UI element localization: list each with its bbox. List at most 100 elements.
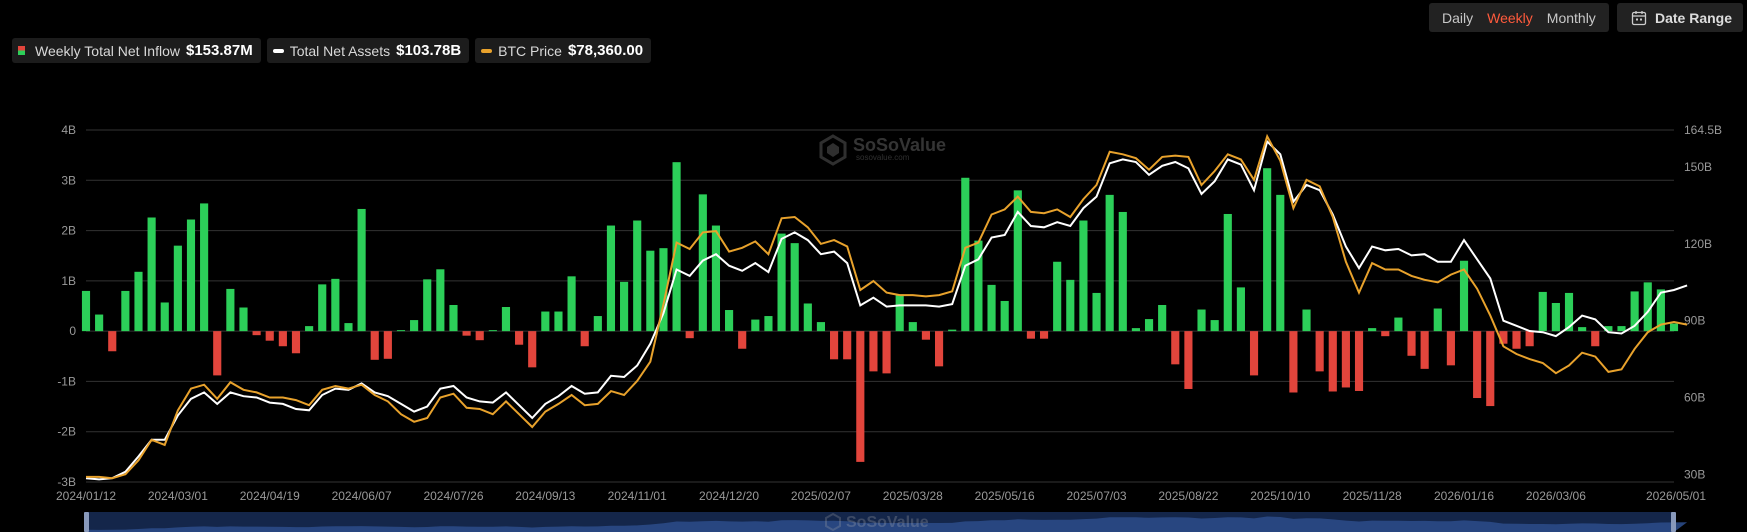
inflow-bar <box>1669 323 1679 332</box>
x-tick-label: 2026/01/16 <box>1434 489 1494 503</box>
inflow-bar <box>1394 317 1403 332</box>
inflow-bar <box>646 250 655 332</box>
y-tick-label-left: -3B <box>57 475 76 489</box>
inflow-bar <box>370 331 379 360</box>
inflow-bar <box>200 203 209 332</box>
inflow-bar <box>1328 331 1337 392</box>
inflow-bar <box>1118 211 1127 332</box>
inflow-bar <box>1525 331 1534 347</box>
inflow-bar <box>869 331 878 372</box>
inflow-bar <box>318 284 327 332</box>
inflow-bar <box>738 331 747 349</box>
inflow-bar <box>488 330 497 332</box>
inflow-bar <box>1289 331 1298 393</box>
inflow-bar <box>711 225 721 332</box>
x-axis: 2024/01/12 2024/03/01 2024/04/19 2024/06/07… <box>56 489 1706 503</box>
inflow-bar <box>633 220 642 332</box>
x-tick-label: 2026/03/06 <box>1526 489 1586 503</box>
x-tick-label: 2025/08/22 <box>1158 489 1218 503</box>
inflow-bar <box>1578 327 1587 332</box>
inflow-bar <box>95 314 104 332</box>
inflow-bar <box>1131 328 1140 332</box>
inflow-bar <box>790 243 799 332</box>
y-axis-left: -3B -2B -1B 0 1B 2B 3B 4B <box>57 123 76 489</box>
inflow-bar <box>265 331 274 341</box>
inflow-bar <box>1223 213 1232 332</box>
inflow-bar <box>1433 308 1442 332</box>
inflow-bar <box>593 316 602 332</box>
inflow-bar <box>501 307 511 332</box>
x-tick-label: 2026/05/01 <box>1646 489 1706 503</box>
y-tick-label-left: 4B <box>61 123 76 137</box>
inflow-bar <box>423 279 432 332</box>
sosovalue-logo-icon <box>819 134 847 166</box>
x-tick-label: 2024/01/12 <box>56 489 116 503</box>
inflow-bar <box>515 331 524 345</box>
x-tick-label: 2024/12/20 <box>699 489 759 503</box>
inflow-bar <box>383 331 392 359</box>
inflow-bar <box>948 329 957 332</box>
x-tick-label: 2025/03/28 <box>883 489 943 503</box>
inflow-bar <box>1026 331 1035 339</box>
y-tick-label-left: -1B <box>57 374 76 388</box>
inflow-bar <box>606 225 616 332</box>
inflow-bar <box>803 303 812 332</box>
inflow-bar <box>1053 261 1062 332</box>
inflow-bar <box>725 310 734 332</box>
y-tick-label-right: 30B <box>1684 467 1705 481</box>
inflow-bar <box>1512 331 1521 349</box>
inflow-bar <box>567 276 576 332</box>
x-tick-label: 2024/11/01 <box>608 489 667 503</box>
inflow-bar <box>1341 331 1350 388</box>
y-tick-label-right: 150B <box>1684 160 1712 174</box>
y-tick-label-left: -2B <box>57 425 76 439</box>
watermark-text: SoSoValue <box>853 135 946 155</box>
inflow-bar <box>1538 291 1547 332</box>
inflow-bar <box>816 322 826 332</box>
inflow-bar <box>1420 331 1429 369</box>
inflow-bar <box>1407 331 1416 356</box>
inflow-bar <box>1551 302 1560 332</box>
inflow-bar <box>410 320 419 332</box>
x-tick-label: 2024/03/01 <box>148 489 208 503</box>
inflow-bars <box>81 162 1679 462</box>
x-tick-label: 2025/10/10 <box>1250 489 1310 503</box>
inflow-bar <box>1446 331 1455 366</box>
y-axis-right: 30B 60B 90B 120B 150B 164.5B <box>1684 123 1722 481</box>
inflow-bar <box>278 331 287 347</box>
y-tick-label-right: 90B <box>1684 314 1705 328</box>
navigator-watermark-text: SoSoValue <box>846 514 929 531</box>
y-tick-label-left: 3B <box>61 173 76 187</box>
inflow-bar <box>1591 331 1600 347</box>
x-tick-label: 2024/04/19 <box>240 489 300 503</box>
etf-flow-chart: -3B -2B -1B 0 1B 2B 3B 4B 30B 60B 90B 120B 150B 164.… <box>56 123 1722 532</box>
inflow-bar <box>81 290 91 332</box>
inflow-bar <box>1066 279 1075 332</box>
x-tick-label: 2025/07/03 <box>1067 489 1127 503</box>
inflow-bar <box>186 219 196 332</box>
inflow-bar <box>331 278 340 332</box>
navigator-handle-right[interactable] <box>1671 512 1676 532</box>
inflow-bar <box>1473 331 1482 399</box>
inflow-bar <box>685 331 694 339</box>
inflow-bar <box>528 331 537 368</box>
inflow-bar <box>1263 168 1272 332</box>
inflow-bar <box>1276 194 1285 332</box>
inflow-bar <box>396 330 406 332</box>
y-tick-label-left: 0 <box>69 324 76 338</box>
inflow-bar <box>1354 331 1364 391</box>
inflow-bar <box>147 217 156 332</box>
inflow-bar <box>291 331 301 354</box>
y-tick-label-left: 1B <box>61 274 76 288</box>
inflow-bar <box>449 304 458 332</box>
x-tick-label: 2024/06/07 <box>332 489 392 503</box>
inflow-bar <box>908 322 917 332</box>
x-tick-label: 2024/07/26 <box>423 489 483 503</box>
inflow-bar <box>1039 331 1049 339</box>
navigator: SoSoValue <box>84 512 1688 532</box>
inflow-bar <box>764 316 773 332</box>
inflow-bar <box>121 290 130 332</box>
navigator-handle-left[interactable] <box>84 512 89 532</box>
inflow-bar <box>1092 292 1101 332</box>
x-tick-label: 2025/02/07 <box>791 489 851 503</box>
